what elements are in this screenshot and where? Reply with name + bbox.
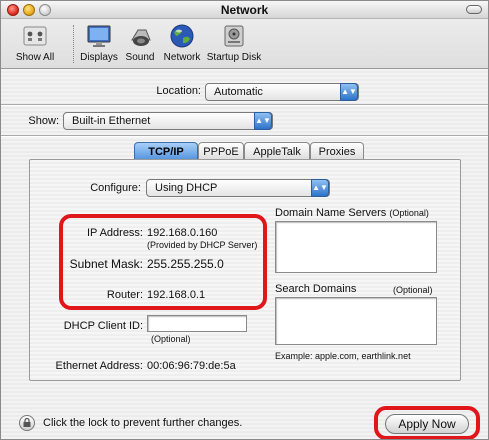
dns-label: Domain Name Servers (Optional) bbox=[275, 207, 429, 219]
toolbar-show-all[interactable]: Show All bbox=[5, 22, 65, 63]
startup-disk-icon bbox=[220, 22, 248, 50]
lock-icon[interactable] bbox=[19, 415, 35, 431]
toolbar-show-all-label: Show All bbox=[15, 52, 55, 63]
configure-value: Using DHCP bbox=[155, 182, 218, 194]
sound-icon bbox=[126, 22, 154, 50]
toolbar-sound-label: Sound bbox=[125, 52, 155, 63]
displays-icon bbox=[85, 22, 113, 50]
show-all-icon bbox=[21, 22, 49, 50]
popup-arrows-icon: ▲▼ bbox=[311, 179, 329, 197]
dns-optional-text: (Optional) bbox=[389, 208, 429, 218]
search-domains-example: Example: apple.com, earthlink.net bbox=[275, 351, 411, 361]
toolbar-network[interactable]: Network bbox=[159, 22, 205, 63]
location-value: Automatic bbox=[214, 86, 263, 98]
ethernet-address-label: Ethernet Address: bbox=[55, 360, 143, 372]
toolbar-startup-disk[interactable]: Startup Disk bbox=[205, 22, 263, 63]
configure-label: Configure: bbox=[90, 182, 141, 194]
dhcp-client-id-label: DHCP Client ID: bbox=[63, 320, 143, 332]
ethernet-address-value: 00:06:96:79:de:5a bbox=[147, 360, 236, 372]
network-preferences-window: Network Show All Displays Sound Network … bbox=[0, 0, 489, 440]
location-label: Location: bbox=[156, 85, 201, 97]
search-domains-optional: (Optional) bbox=[393, 285, 433, 295]
toolbar-sound[interactable]: Sound bbox=[121, 22, 159, 63]
lock-message: Click the lock to prevent further change… bbox=[43, 417, 243, 429]
search-domains-field[interactable] bbox=[275, 297, 437, 345]
divider bbox=[1, 104, 488, 106]
show-value: Built-in Ethernet bbox=[72, 115, 151, 127]
dns-servers-field[interactable] bbox=[275, 221, 437, 273]
toolbar: Show All Displays Sound Network Startup … bbox=[1, 19, 488, 69]
dhcp-client-id-note: (Optional) bbox=[151, 334, 191, 344]
toolbar-startup-disk-label: Startup Disk bbox=[206, 52, 262, 63]
window-title: Network bbox=[220, 3, 269, 17]
popup-arrows-icon: ▲▼ bbox=[340, 83, 358, 101]
configure-popup[interactable]: Using DHCP ▲▼ bbox=[146, 179, 330, 197]
toolbar-network-label: Network bbox=[163, 52, 201, 63]
popup-arrows-icon: ▲▼ bbox=[254, 112, 272, 130]
highlight-apply-button bbox=[374, 406, 480, 439]
toolbar-displays-label: Displays bbox=[80, 52, 118, 63]
toolbar-displays[interactable]: Displays bbox=[77, 22, 121, 63]
dns-label-text: Domain Name Servers bbox=[275, 207, 387, 219]
network-globe-icon bbox=[168, 22, 196, 50]
highlight-ip-settings bbox=[59, 214, 267, 310]
search-domains-label: Search Domains bbox=[275, 283, 357, 295]
toolbar-toggle-button[interactable] bbox=[466, 5, 482, 14]
title-bar: Network bbox=[1, 1, 488, 19]
show-popup[interactable]: Built-in Ethernet ▲▼ bbox=[63, 112, 273, 130]
location-popup[interactable]: Automatic ▲▼ bbox=[205, 83, 359, 101]
toolbar-separator bbox=[73, 25, 74, 63]
divider bbox=[1, 135, 488, 137]
show-label: Show: bbox=[28, 115, 59, 127]
dhcp-client-id-input[interactable] bbox=[147, 315, 247, 332]
